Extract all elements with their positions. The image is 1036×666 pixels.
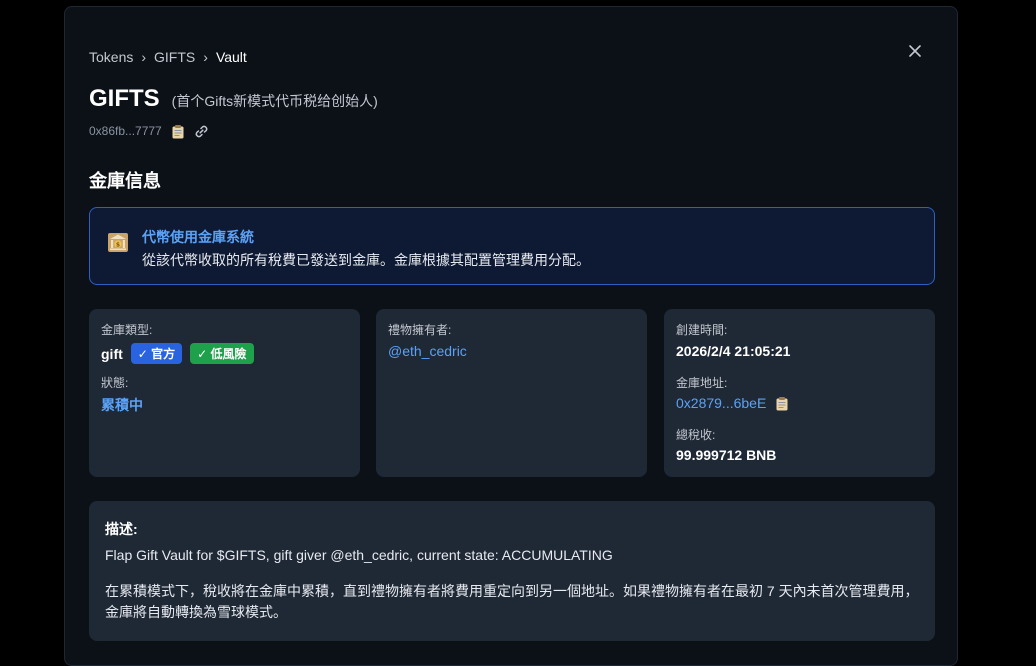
- gift-owner-card: 禮物擁有者: @eth_cedric: [376, 309, 647, 477]
- low-risk-badge: ✓ 低風險: [190, 343, 254, 364]
- breadcrumb: Tokens › GIFTS › Vault: [89, 49, 247, 65]
- total-tax-value: 99.999712 BNB: [676, 447, 777, 463]
- breadcrumb-item-gifts[interactable]: GIFTS: [154, 49, 195, 65]
- gift-owner-link[interactable]: @eth_cedric: [388, 343, 467, 359]
- status-value-row: 累積中: [101, 395, 143, 415]
- clipboard-icon: [172, 124, 184, 138]
- close-button[interactable]: [905, 41, 925, 61]
- status-label: 狀態:: [101, 376, 129, 390]
- vault-details-card: 創建時間: 2026/2/4 21:05:21 金庫地址: 0x2879...6…: [664, 309, 935, 477]
- description-line: Flap Gift Vault for $GIFTS, gift giver @…: [105, 547, 613, 563]
- vault-type-row: gift ✓ 官方 ✓ 低風險: [101, 343, 254, 364]
- chevron-right-icon: ›: [203, 49, 208, 65]
- vault-info-banner: $ 代幣使用金庫系統 從該代幣收取的所有稅費已發送到金庫。金庫根據其配置管理費用…: [89, 207, 935, 285]
- token-address: 0x86fb...7777: [89, 124, 162, 138]
- copy-address-button[interactable]: [170, 123, 186, 139]
- vault-type-value: gift: [101, 345, 123, 362]
- gift-owner-row: @eth_cedric: [388, 343, 467, 359]
- vault-address-label: 金庫地址:: [676, 376, 728, 390]
- link-icon: [195, 125, 208, 137]
- vault-modal: Tokens › GIFTS › Vault GIFTS (首个Gifts新模式…: [64, 6, 958, 666]
- info-banner-title: 代幣使用金庫系統: [142, 229, 254, 245]
- breadcrumb-current: Vault: [215, 49, 247, 65]
- total-tax-row: 99.999712 BNB: [676, 447, 776, 463]
- close-icon: [909, 45, 921, 57]
- title-row: GIFTS (首个Gifts新模式代币税给创始人): [89, 85, 378, 113]
- created-time-row: 2026/2/4 21:05:21: [676, 343, 790, 359]
- total-tax-label: 總稅收:: [676, 428, 716, 442]
- description-paragraph: 在累積模式下，稅收將在金庫中累積，直到禮物擁有者將費用重定向到另一個地址。如果禮…: [105, 583, 919, 620]
- description-title: 描述:: [105, 521, 138, 537]
- vault-type-card: 金庫類型: gift ✓ 官方 ✓ 低風險 狀態: 累積中: [89, 309, 360, 477]
- status-value: 累積中: [101, 397, 143, 413]
- created-time-value: 2026/2/4 21:05:21: [676, 343, 791, 359]
- chevron-right-icon: ›: [141, 49, 147, 65]
- page-title: GIFTS: [89, 85, 160, 112]
- vault-address-row: 0x2879...6beE: [676, 395, 790, 411]
- official-badge: ✓ 官方: [130, 343, 183, 364]
- open-link-button[interactable]: [194, 123, 210, 139]
- token-address-row: 0x86fb...7777: [89, 123, 210, 139]
- clipboard-icon: [776, 396, 788, 410]
- vault-type-label: 金庫類型:: [101, 323, 153, 337]
- bank-icon: $: [106, 230, 130, 259]
- gift-owner-label: 禮物擁有者:: [388, 323, 452, 337]
- section-title: 金庫信息: [89, 171, 161, 191]
- created-time-label: 創建時間:: [676, 323, 728, 337]
- vault-address-link[interactable]: 0x2879...6beE: [676, 395, 766, 411]
- page-subtitle: (首个Gifts新模式代币税给创始人): [171, 93, 378, 109]
- description-panel: 描述: Flap Gift Vault for $GIFTS, gift giv…: [89, 501, 935, 641]
- info-banner-text: 從該代幣收取的所有稅費已發送到金庫。金庫根據其配置管理費用分配。: [142, 252, 590, 268]
- breadcrumb-item-tokens[interactable]: Tokens: [89, 49, 133, 65]
- copy-vault-address-button[interactable]: [774, 395, 790, 411]
- svg-text:$: $: [116, 241, 120, 248]
